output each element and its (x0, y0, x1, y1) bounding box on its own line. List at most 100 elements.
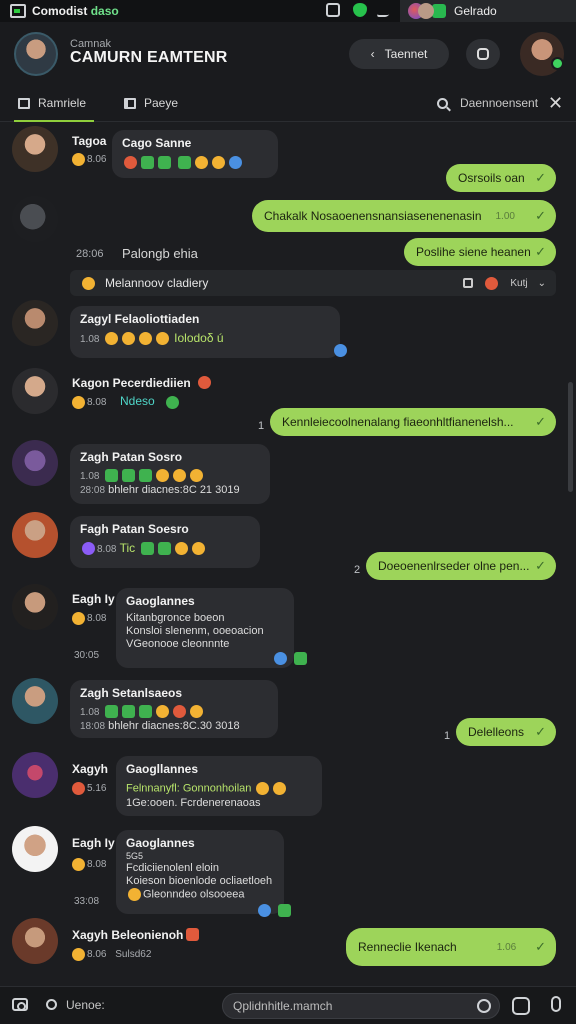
message-text: Chakalk Nosaoenensnansiasenenenasin (264, 209, 482, 223)
avatar[interactable] (12, 826, 58, 872)
message-time: 1.00 (495, 210, 515, 222)
message-line: Koieson bioenlode ocliaetloeh (126, 875, 273, 887)
search-icon[interactable] (46, 999, 57, 1010)
read-count: 1 (258, 420, 265, 432)
tab-ramriele[interactable]: Ramriele (13, 84, 95, 122)
emoji-icon (166, 396, 179, 409)
message-text: Kennleiecoolnenalang fiaeonhltfianenelsh… (282, 415, 514, 429)
dropdown-label[interactable]: Kutj (510, 278, 527, 289)
tab-bar: Ramriele Paeye Daennoensent ✕ (0, 84, 576, 122)
pinned-bar[interactable]: Melannoov cladiery Kutj ⌄ (70, 270, 556, 296)
clover-icon (104, 705, 118, 719)
emoji-icon (155, 332, 169, 346)
message-bubble[interactable]: Gaogllannes Felnnanyfl: Gonnonhoilan 1Ge… (116, 756, 322, 816)
shield-icon[interactable] (353, 3, 367, 17)
message-line: Kitanbgronce boeon (126, 612, 225, 624)
sender-name: Tagoa (72, 134, 107, 148)
back-button[interactable]: ‹ Taennet (349, 39, 449, 69)
sender-name: Zagh Setanlsaeos (80, 686, 183, 700)
reaction-icon[interactable] (274, 652, 287, 665)
avatar[interactable] (12, 440, 58, 486)
chevron-down-icon[interactable]: ⌄ (538, 278, 546, 289)
avatar[interactable] (12, 126, 58, 172)
avatar[interactable] (12, 918, 58, 964)
emoji-icon (72, 782, 85, 795)
emoji-icon[interactable] (477, 999, 491, 1013)
close-icon[interactable]: ✕ (548, 93, 563, 114)
check-icon: ✓ (535, 244, 546, 259)
message-feed[interactable]: Tagoa 8.06 Cago Sanne Osrsoils oan ✓ Chak… (0, 122, 576, 986)
message-bubble[interactable]: Zagh Setanlsaeos 1.08 18:08 bhlehr diacn… (70, 680, 278, 738)
avatar[interactable] (12, 752, 58, 798)
check-icon: ✓ (535, 939, 546, 954)
reaction-icon[interactable] (294, 652, 307, 665)
chat-avatar[interactable] (14, 32, 58, 76)
outgoing-message[interactable]: Kennleiecoolnenalang fiaeonhltfianenelsh… (270, 408, 556, 436)
message-time: 1.08 (80, 334, 100, 345)
clover-icon (104, 469, 118, 483)
clover-icon (138, 705, 152, 719)
reaction-icon[interactable] (258, 904, 271, 917)
check-icon: ✓ (535, 208, 546, 223)
outgoing-message[interactable]: Delelleons ✓ (456, 718, 556, 746)
read-count: 1 (444, 730, 451, 742)
check-icon: ✓ (535, 414, 546, 429)
message-input-placeholder: Qplidnhitle.mamch (233, 999, 333, 1013)
message-bubble[interactable]: Zagh Patan Sosro 1.08 28:08 bhlehr diacn… (70, 444, 270, 504)
message-time: 1.06 (496, 941, 517, 953)
app-title-accent: daso (90, 4, 119, 18)
message-time: 1.08 (80, 471, 100, 482)
message-input[interactable]: Qplidnhitle.mamch (222, 993, 500, 1019)
reaction-icon[interactable] (278, 904, 291, 917)
outgoing-message[interactable]: Poslihe siene heanen ✓ (404, 238, 556, 266)
message-line: Felnnanyfl: Gonnonhoilan (126, 782, 252, 795)
emoji-icon (155, 705, 169, 719)
message-bubble[interactable]: Fagh Patan Soesro 8.08 Tic (70, 516, 260, 568)
clover-icon (141, 156, 154, 170)
chat-header: Camnak CAMURN EAMTENR ‹ Taennet (0, 22, 576, 84)
clover-icon (158, 156, 171, 170)
sender-name: Eagh Iy (72, 592, 115, 606)
lock-icon[interactable] (463, 278, 474, 288)
avatar[interactable] (12, 196, 58, 242)
microphone-icon[interactable] (551, 996, 561, 1012)
bubble-title: Gaoglannes (126, 836, 195, 850)
message-time: 1.08 (80, 707, 100, 718)
emoji-icon (186, 928, 199, 941)
window-tab[interactable]: Gelrado (400, 0, 576, 22)
emoji-icon (155, 469, 169, 483)
pin-icon (82, 276, 95, 290)
tab-paeye[interactable]: Paeye (124, 84, 178, 122)
camera-icon[interactable] (12, 998, 28, 1011)
chat-title: CAMURN EAMTENR (70, 49, 228, 66)
reaction-icon[interactable] (334, 344, 347, 357)
outgoing-message[interactable]: Renneclie Ikenach 1.06 ✓ (346, 928, 556, 966)
refresh-button[interactable] (466, 39, 500, 69)
avatar[interactable] (12, 300, 58, 346)
outgoing-message[interactable]: Doeoenenlrseder olne pen... ✓ (366, 552, 556, 580)
avatar[interactable] (12, 584, 58, 630)
emoji-icon (172, 705, 186, 719)
emoji-icon (172, 469, 186, 483)
sender-name: Fagh Patan Soesro (80, 522, 189, 536)
avatar (418, 3, 434, 19)
message-time: 8.08 (87, 613, 107, 625)
avatar[interactable] (12, 678, 58, 724)
pen-icon[interactable] (375, 3, 397, 17)
message-time: 30:05 (74, 650, 100, 661)
message-bubble[interactable]: Cago Sanne (112, 130, 278, 178)
user-avatar[interactable] (520, 32, 564, 76)
message-bubble[interactable]: Zagyl Felaoliottiaden 1.08 Iolodoδ ú (70, 306, 340, 358)
scrollbar[interactable] (568, 382, 573, 492)
message-time: 8.08 (97, 544, 117, 555)
search-button[interactable]: Daennoensent (437, 84, 538, 122)
message-bubble[interactable]: Gaoglannes 5G5 Fcdiciienolenl eloin Koie… (116, 830, 284, 914)
sticker-icon[interactable] (512, 997, 530, 1015)
book-icon (124, 97, 136, 109)
avatar[interactable] (12, 512, 58, 558)
avatar[interactable] (12, 368, 58, 414)
outgoing-message[interactable]: Chakalk Nosaoenensnansiasenenenasin 1.00 ✓ (252, 200, 556, 232)
message-bubble[interactable]: Gaoglannes Kitanbgronce boeon Konsloi sl… (116, 588, 294, 668)
camera-icon[interactable] (326, 3, 340, 17)
outgoing-message[interactable]: Osrsoils oan ✓ (446, 164, 556, 192)
